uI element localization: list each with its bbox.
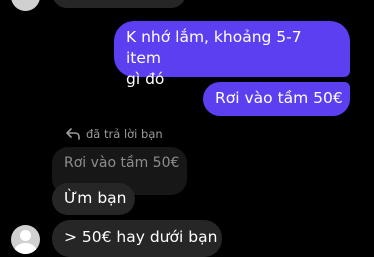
sent-message-1[interactable]: K nhớ lắm, khoảng 5-7 item gì đó bbox=[114, 21, 350, 88]
reply-indicator-text: đã trả lời bạn bbox=[86, 127, 163, 141]
reply-indicator: đã trả lời bạn bbox=[66, 126, 163, 142]
received-message-1[interactable]: Ừm bạn bbox=[52, 183, 135, 215]
default-avatar-icon[interactable] bbox=[11, 225, 40, 254]
avatar-body bbox=[14, 243, 37, 254]
quoted-message-text: Rơi vào tầm 50€ bbox=[64, 155, 180, 171]
received-message-2-text: > 50€ hay dưới bạn bbox=[64, 228, 218, 246]
sent-message-2-text: Rơi vào tầm 50€ bbox=[215, 89, 343, 107]
sent-message-2[interactable]: Rơi vào tầm 50€ bbox=[203, 82, 350, 116]
received-message-2[interactable]: > 50€ hay dưới bạn bbox=[52, 220, 222, 257]
avatar-partial bbox=[11, 0, 40, 11]
received-message-1-text: Ừm bạn bbox=[64, 189, 127, 207]
received-message-partial[interactable] bbox=[52, 0, 186, 8]
message-thread: K nhớ lắm, khoảng 5-7 item gì đó Rơi vào… bbox=[0, 0, 374, 257]
avatar-head bbox=[20, 230, 31, 241]
sent-message-1-text: K nhớ lắm, khoảng 5-7 item gì đó bbox=[126, 28, 302, 88]
reply-arrow-icon bbox=[66, 128, 80, 140]
